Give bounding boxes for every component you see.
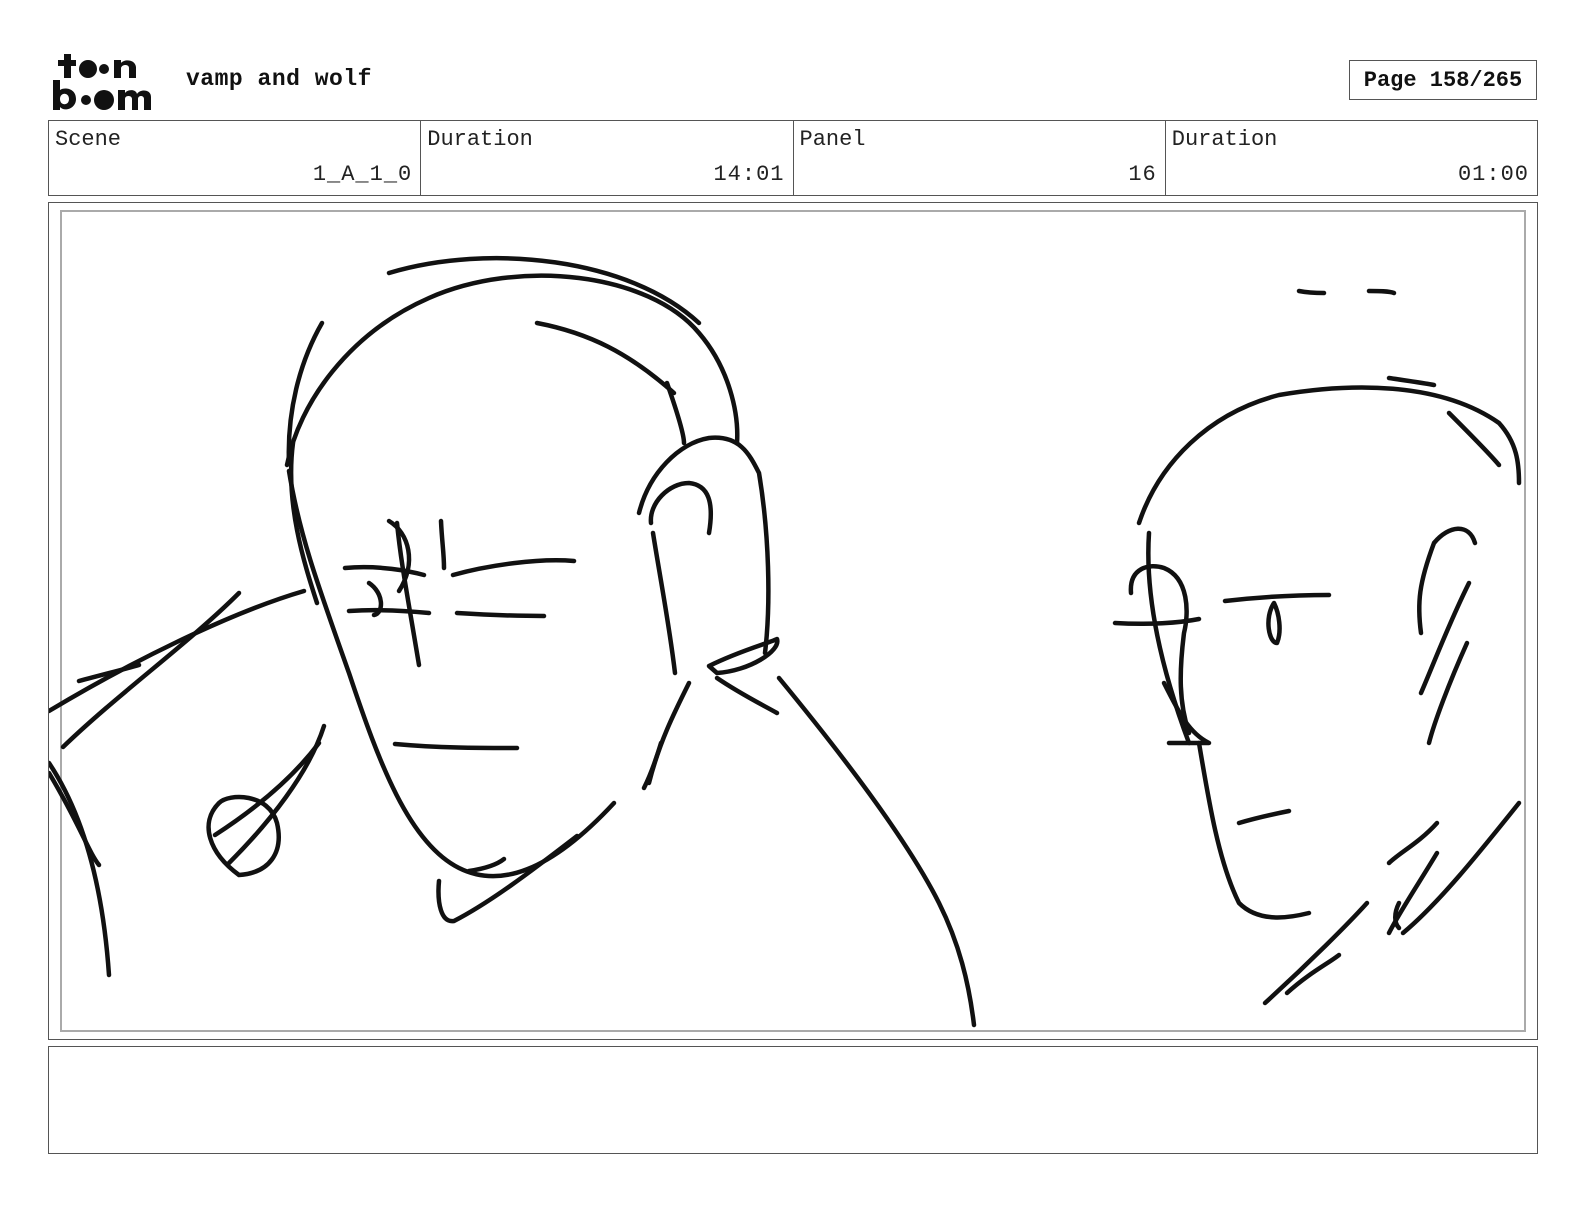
scene-duration-value: 14:01 [713,162,785,187]
panel-duration-cell: Duration 01:00 [1166,121,1537,195]
panel-cell: Panel 16 [794,121,1166,195]
scene-label: Scene [55,127,122,152]
storyboard-sketch [49,255,1522,1028]
panel-value: 16 [1128,162,1157,187]
panel-frame [48,202,1538,1040]
notes-box [48,1046,1538,1154]
scene-duration-label: Duration [427,127,533,152]
panel-duration-value: 01:00 [1457,162,1529,187]
panel-duration-label: Duration [1171,127,1278,152]
page-number: Page 158/265 [1349,60,1537,100]
toonboom-logo [53,54,151,110]
project-title: vamp and wolf [186,66,372,92]
scene-cell: Scene 1_A_1_0 [49,121,422,195]
scene-duration-cell: Duration 14:01 [421,121,794,195]
scene-value: 1_A_1_0 [312,162,413,187]
info-bar: Scene 1_A_1_0 Duration 14:01 Panel 16 Du… [48,120,1538,196]
panel-label: Panel [799,127,866,152]
